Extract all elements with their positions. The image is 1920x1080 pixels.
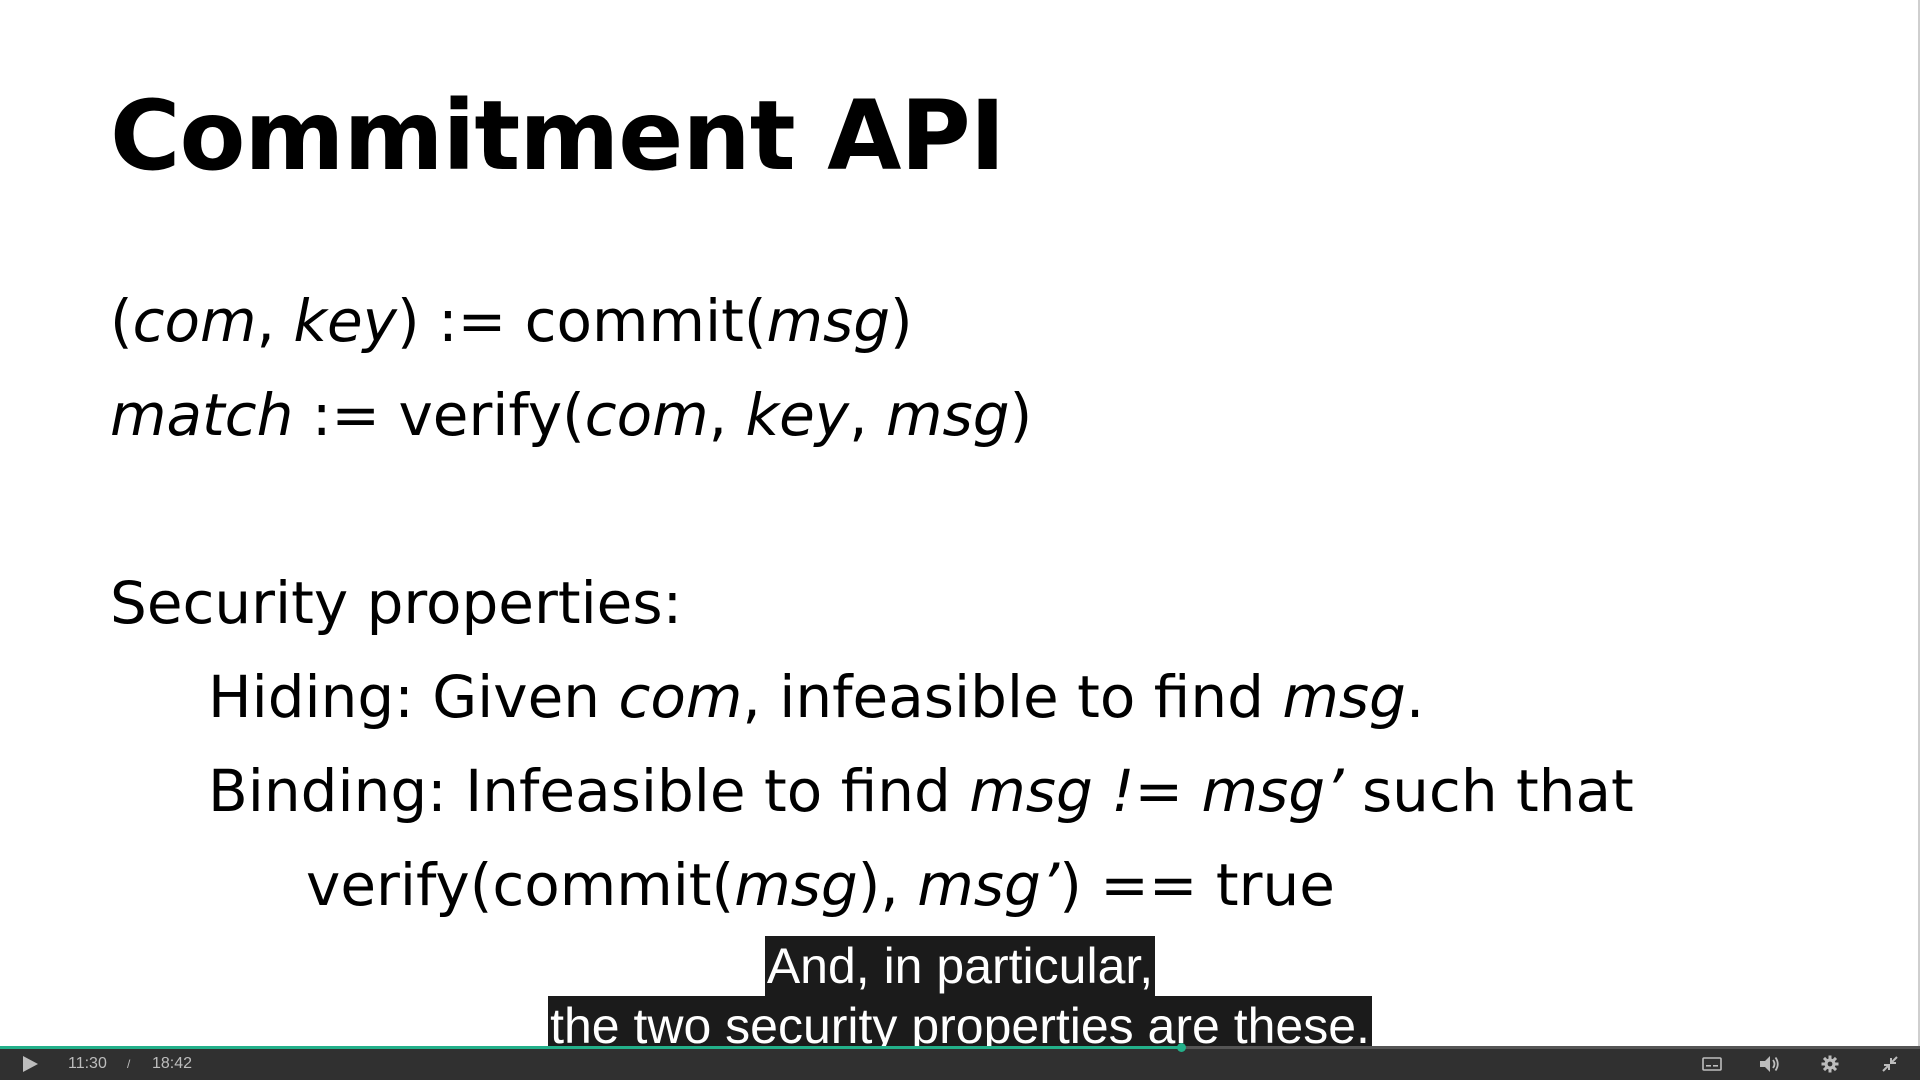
slide-content: Commitment API (com, key) := commit(msg)… [0,0,1918,1048]
caption-line-1: And, in particular, [764,936,1156,996]
play-button[interactable] [8,1048,52,1080]
progress-bar[interactable] [0,1043,1920,1052]
progress-handle[interactable] [1176,1043,1186,1052]
binding-property: Binding: Infeasible to find msg != msg’ … [208,757,1634,825]
time-separator: / [127,1057,131,1071]
volume-icon [1760,1056,1779,1072]
captions-icon [1702,1057,1722,1071]
gear-icon [1821,1055,1839,1073]
volume-button[interactable] [1752,1048,1788,1080]
duration: 18:42 [152,1055,193,1072]
slide-title: Commitment API [110,80,1005,192]
current-time: 11:30 [68,1055,107,1072]
play-icon [23,1056,38,1072]
video-player[interactable]: Commitment API (com, key) := commit(msg)… [0,0,1920,1080]
control-bar: 11:30 / 18:42 [0,1048,1920,1080]
security-heading: Security properties: [110,569,683,637]
binding-condition: verify(commit(msg), msg’) == true [306,851,1335,919]
captions-button[interactable] [1694,1048,1730,1080]
exit-fullscreen-icon [1882,1056,1898,1072]
exit-fullscreen-button[interactable] [1872,1048,1908,1080]
commit-line: (com, key) := commit(msg) [110,287,913,355]
progress-fill [0,1046,1181,1049]
hiding-property: Hiding: Given com, infeasible to find ms… [208,663,1425,731]
subtitles: And, in particular, the two security pro… [0,936,1920,1056]
verify-line: match := verify(com, key, msg) [110,381,1033,449]
settings-button[interactable] [1812,1048,1848,1080]
